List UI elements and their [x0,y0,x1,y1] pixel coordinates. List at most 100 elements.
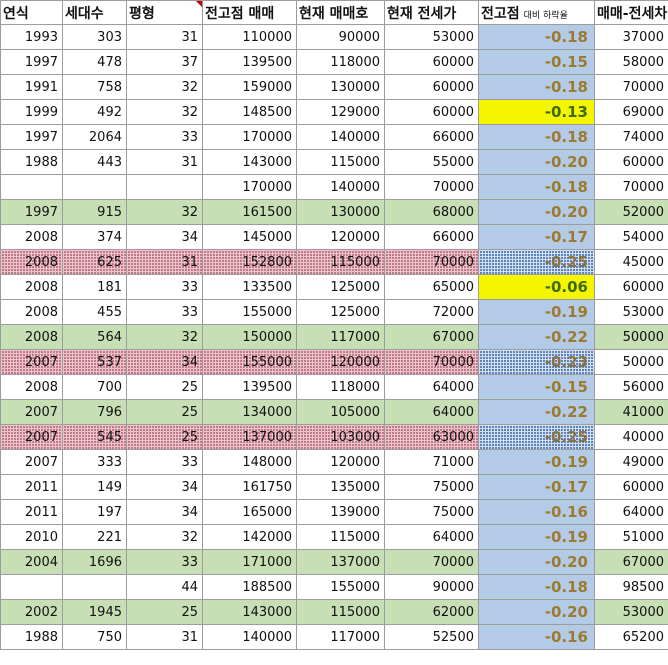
cell-households[interactable]: 492 [62,99,127,125]
cell-current-jeonse[interactable]: 63000 [384,424,479,450]
cell-current-price[interactable]: 120000 [296,349,385,375]
cell-year[interactable]: 2007 [0,349,63,375]
cell-year[interactable]: 1988 [0,149,63,175]
cell-gap[interactable]: 64000 [594,499,668,525]
cell-drop-rate[interactable]: -0.18 [478,574,595,600]
cell-current-jeonse[interactable]: 52500 [384,624,479,650]
cell-current-price[interactable]: 140000 [296,124,385,150]
cell-gap[interactable]: 67000 [594,549,668,575]
cell-year[interactable]: 2007 [0,424,63,450]
cell-pyeong[interactable]: 34 [126,499,203,525]
cell-pyeong[interactable]: 31 [126,249,203,275]
cell-drop-rate[interactable]: -0.15 [478,49,595,75]
cell-peak-price[interactable]: 155000 [202,349,297,375]
cell-pyeong[interactable]: 31 [126,24,203,50]
cell-pyeong[interactable]: 33 [126,549,203,575]
cell-drop-rate[interactable]: -0.20 [478,199,595,225]
cell-current-jeonse[interactable]: 60000 [384,49,479,75]
cell-drop-rate[interactable]: -0.25 [478,424,595,450]
cell-year[interactable]: 1997 [0,199,63,225]
cell-gap[interactable]: 52000 [594,199,668,225]
cell-pyeong[interactable]: 44 [126,574,203,600]
cell-pyeong[interactable]: 34 [126,474,203,500]
cell-households[interactable]: 455 [62,299,127,325]
cell-drop-rate[interactable]: -0.17 [478,224,595,250]
cell-gap[interactable]: 53000 [594,299,668,325]
cell-drop-rate[interactable]: -0.13 [478,99,595,125]
cell-gap[interactable]: 70000 [594,74,668,100]
cell-drop-rate[interactable]: -0.22 [478,324,595,350]
cell-drop-rate[interactable]: -0.06 [478,274,595,300]
cell-peak-price[interactable]: 150000 [202,324,297,350]
cell-households[interactable]: 700 [62,374,127,400]
cell-year[interactable]: 2008 [0,224,63,250]
cell-drop-rate[interactable]: -0.19 [478,524,595,550]
cell-households[interactable]: 1696 [62,549,127,575]
cell-households[interactable]: 758 [62,74,127,100]
cell-gap[interactable]: 51000 [594,524,668,550]
cell-year[interactable]: 2007 [0,449,63,475]
cell-current-jeonse[interactable]: 90000 [384,574,479,600]
cell-pyeong[interactable]: 31 [126,624,203,650]
cell-drop-rate[interactable]: -0.20 [478,599,595,625]
header-year[interactable]: 연식 [0,0,63,25]
cell-peak-price[interactable]: 161500 [202,199,297,225]
cell-current-jeonse[interactable]: 70000 [384,174,479,200]
cell-pyeong[interactable]: 32 [126,199,203,225]
cell-households[interactable] [62,174,127,200]
cell-gap[interactable]: 70000 [594,174,668,200]
cell-peak-price[interactable]: 139500 [202,49,297,75]
cell-year[interactable]: 1988 [0,624,63,650]
cell-households[interactable]: 2064 [62,124,127,150]
cell-households[interactable]: 1945 [62,599,127,625]
cell-households[interactable]: 750 [62,624,127,650]
cell-gap[interactable]: 65200 [594,624,668,650]
cell-current-jeonse[interactable]: 64000 [384,399,479,425]
cell-households[interactable]: 374 [62,224,127,250]
cell-current-jeonse[interactable]: 53000 [384,24,479,50]
cell-pyeong[interactable]: 33 [126,124,203,150]
cell-current-price[interactable]: 105000 [296,399,385,425]
cell-households[interactable]: 564 [62,324,127,350]
cell-pyeong[interactable]: 32 [126,99,203,125]
cell-current-jeonse[interactable]: 75000 [384,499,479,525]
cell-current-price[interactable]: 129000 [296,99,385,125]
cell-pyeong[interactable]: 34 [126,224,203,250]
cell-peak-price[interactable]: 140000 [202,624,297,650]
cell-peak-price[interactable]: 171000 [202,549,297,575]
cell-current-price[interactable]: 120000 [296,449,385,475]
cell-drop-rate[interactable]: -0.18 [478,74,595,100]
cell-current-price[interactable]: 135000 [296,474,385,500]
cell-drop-rate[interactable]: -0.18 [478,24,595,50]
cell-year[interactable] [0,174,63,200]
cell-current-price[interactable]: 130000 [296,199,385,225]
header-drop-rate[interactable]: 전고점 대비 하락율 [478,0,595,25]
cell-peak-price[interactable]: 148000 [202,449,297,475]
cell-gap[interactable]: 50000 [594,349,668,375]
cell-current-price[interactable]: 90000 [296,24,385,50]
cell-current-price[interactable]: 115000 [296,599,385,625]
cell-pyeong[interactable]: 25 [126,599,203,625]
cell-year[interactable]: 2008 [0,249,63,275]
cell-current-jeonse[interactable]: 64000 [384,524,479,550]
cell-households[interactable]: 478 [62,49,127,75]
cell-drop-rate[interactable]: -0.20 [478,149,595,175]
cell-households[interactable]: 333 [62,449,127,475]
cell-peak-price[interactable]: 170000 [202,124,297,150]
cell-drop-rate[interactable]: -0.20 [478,549,595,575]
cell-current-price[interactable]: 137000 [296,549,385,575]
cell-pyeong[interactable]: 33 [126,449,203,475]
header-households[interactable]: 세대수 [62,0,127,25]
cell-gap[interactable]: 53000 [594,599,668,625]
cell-current-jeonse[interactable]: 70000 [384,349,479,375]
cell-peak-price[interactable]: 161750 [202,474,297,500]
cell-peak-price[interactable]: 134000 [202,399,297,425]
cell-pyeong[interactable]: 31 [126,149,203,175]
cell-current-jeonse[interactable]: 66000 [384,124,479,150]
cell-year[interactable]: 1997 [0,124,63,150]
cell-current-price[interactable]: 120000 [296,224,385,250]
cell-current-price[interactable]: 117000 [296,324,385,350]
cell-pyeong[interactable]: 25 [126,399,203,425]
cell-households[interactable]: 537 [62,349,127,375]
cell-gap[interactable]: 49000 [594,449,668,475]
